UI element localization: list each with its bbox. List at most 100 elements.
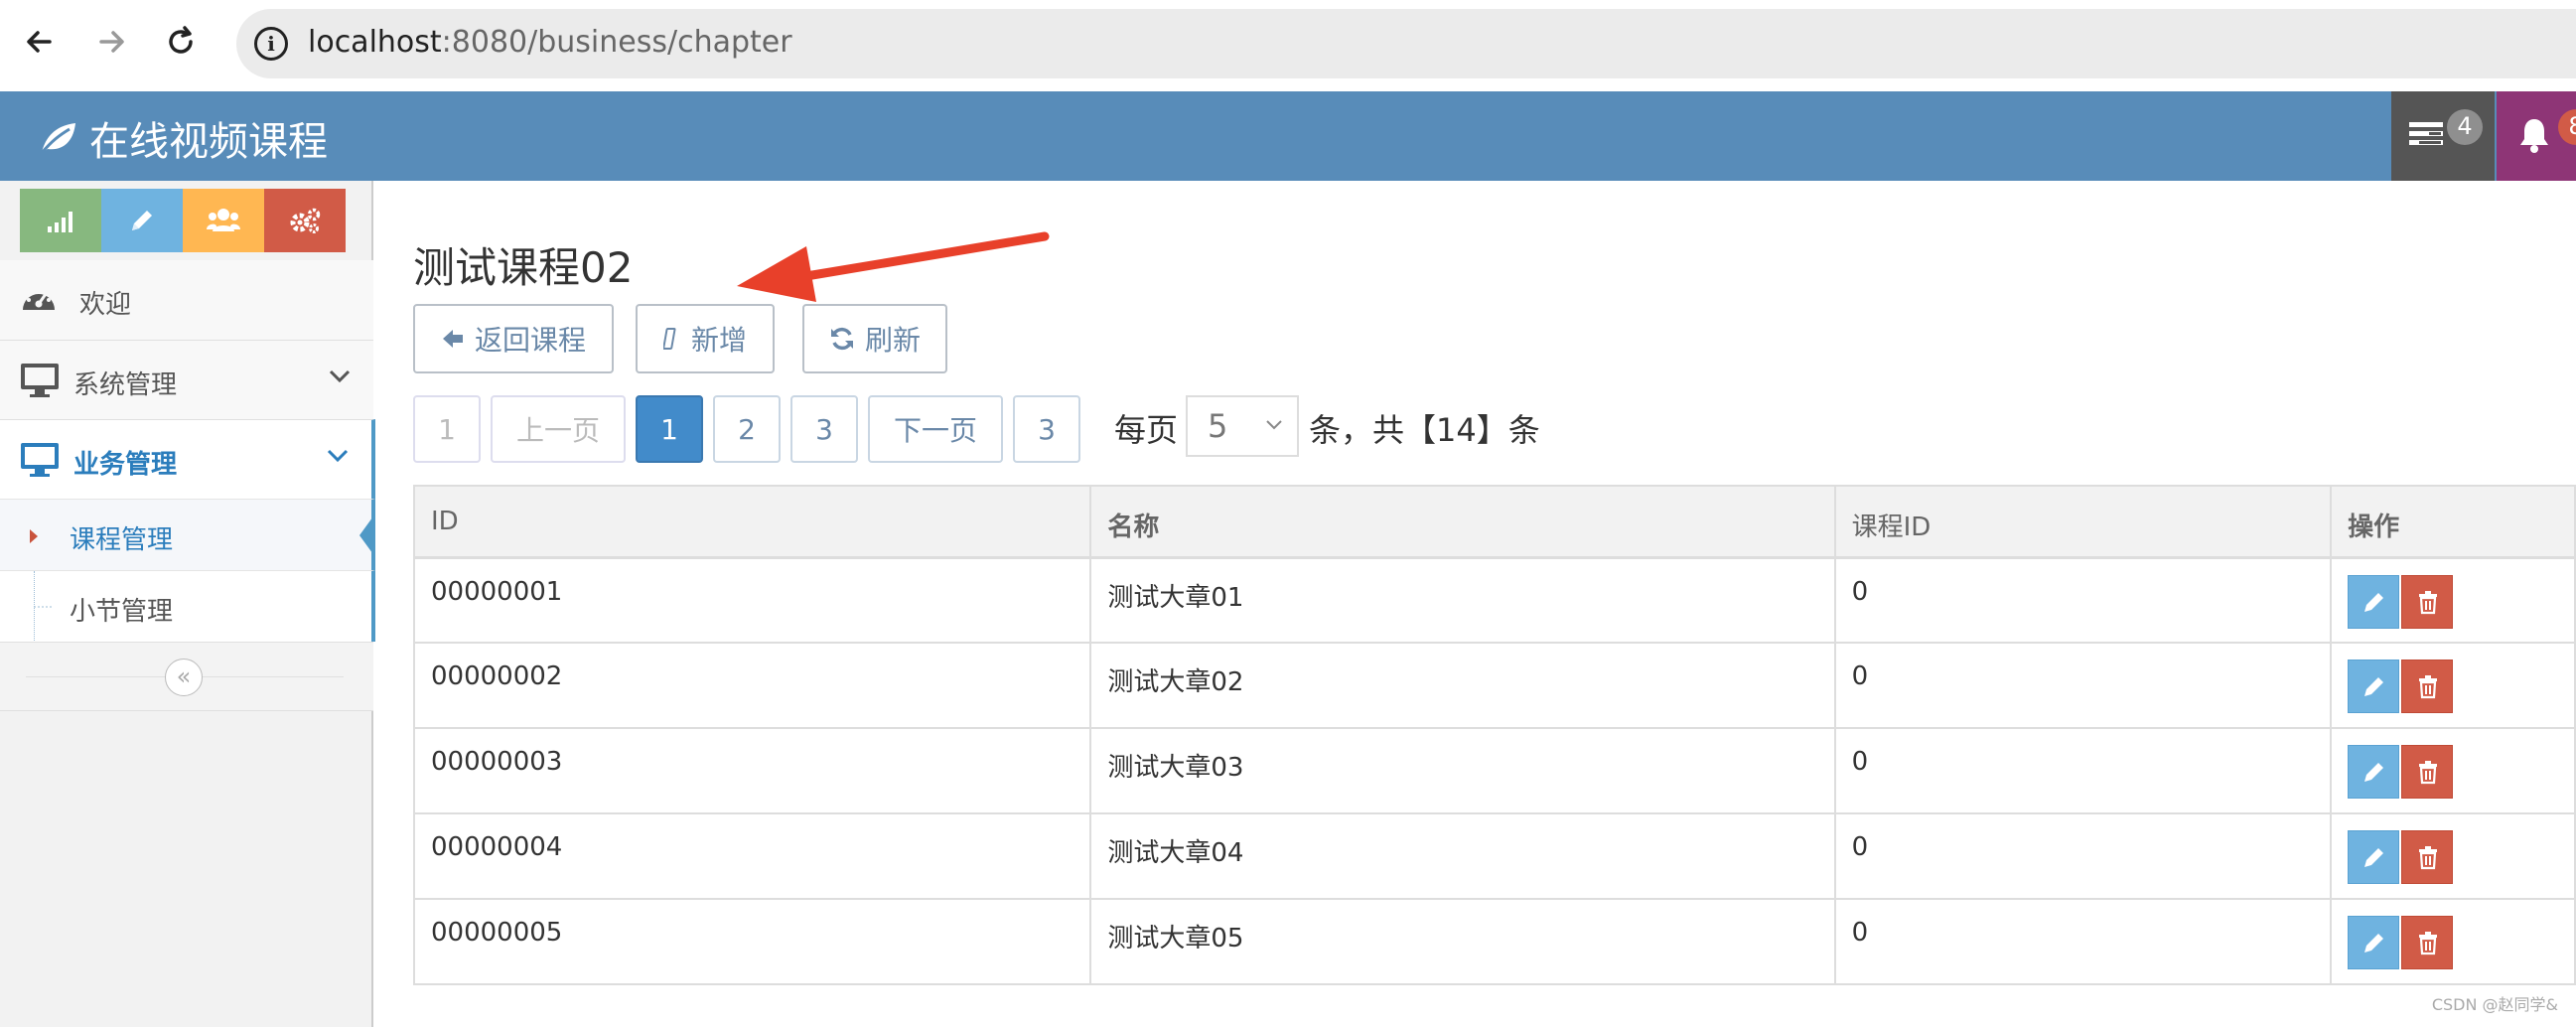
cell-actions: [2330, 898, 2576, 985]
users-shortcut-button[interactable]: [183, 189, 264, 252]
users-icon: [207, 209, 240, 231]
leaf-icon: [40, 123, 75, 154]
edit-button[interactable]: [2348, 660, 2400, 713]
sidebar-item-label: 业务管理: [73, 450, 178, 480]
desktop-icon: [21, 364, 59, 397]
notifications-button[interactable]: 8: [2497, 91, 2576, 181]
sidebar: 欢迎 系统管理 业务管理 课程管理 小节管理 «: [0, 181, 375, 1027]
chapter-table: ID 名称 课程ID 操作 00000001 测试大章01 0 00000002…: [412, 485, 2576, 985]
cell-id: 00000002: [412, 642, 1092, 729]
refresh-button-label: 刷新: [864, 324, 921, 357]
pagination-next[interactable]: 下一页: [868, 395, 1003, 463]
cell-actions: [2330, 642, 2576, 729]
tasks-icon: [2409, 122, 2443, 145]
sidebar-item-system[interactable]: 系统管理: [0, 340, 373, 419]
url-text[interactable]: localhost:8080/business/chapter: [308, 25, 792, 60]
cell-actions: [2330, 727, 2576, 814]
delete-button[interactable]: [2401, 830, 2454, 884]
cell-id: 00000005: [412, 898, 1092, 985]
double-left-chevron-icon[interactable]: «: [165, 659, 203, 696]
desktop-icon: [21, 443, 59, 477]
per-page-value: 5: [1208, 407, 1228, 445]
browser-toolbar: i localhost:8080/business/chapter: [0, 0, 2576, 89]
cogs-icon: [290, 208, 321, 233]
signal-icon: [48, 212, 72, 232]
cell-course-id: 0: [1833, 898, 2333, 985]
back-to-course-button[interactable]: 返回课程: [413, 304, 614, 373]
sidebar-subitem-label: 课程管理: [70, 525, 174, 555]
pencil-icon: [2364, 763, 2384, 782]
table-row: 00000004 测试大章04 0: [412, 812, 2576, 900]
trash-icon: [2419, 675, 2438, 699]
cogs-shortcut-button[interactable]: [264, 189, 346, 252]
cell-course-id: 0: [1833, 642, 2333, 729]
cell-id: 00000001: [412, 556, 1092, 644]
sidebar-item-label: 欢迎: [79, 290, 132, 320]
total-count-label: 条，共【14】条: [1309, 411, 1540, 449]
notifications-badge: 8: [2558, 109, 2576, 145]
annotation-arrow: [737, 231, 1050, 302]
sidebar-subitem-section[interactable]: 小节管理: [0, 570, 375, 643]
table-row: 00000005 测试大章05 0: [412, 898, 2576, 985]
delete-button[interactable]: [2401, 916, 2454, 969]
edit-button[interactable]: [2348, 916, 2400, 969]
sidebar-collapse-bar: «: [0, 642, 373, 711]
pagination-page-3[interactable]: 3: [790, 395, 858, 463]
brand[interactable]: 在线视频课程: [38, 109, 328, 167]
pagination-page-1[interactable]: 1: [636, 395, 703, 463]
edit-button[interactable]: [2348, 830, 2400, 884]
pencil-icon: [2364, 592, 2384, 612]
sidebar-subitem-course[interactable]: 课程管理: [0, 499, 375, 570]
pagination-last[interactable]: 3: [1013, 395, 1080, 463]
per-page-select[interactable]: 5: [1186, 395, 1299, 457]
pagination-first[interactable]: 1: [413, 395, 481, 463]
pencil-icon: [2364, 848, 2384, 867]
trash-icon: [2419, 590, 2438, 614]
column-header-actions: 操作: [2330, 485, 2576, 559]
sidebar-item-label: 系统管理: [73, 370, 178, 400]
reload-icon[interactable]: [161, 22, 201, 62]
caret-right-icon: [30, 529, 38, 543]
back-arrow-icon[interactable]: [20, 22, 60, 62]
pagination-prev[interactable]: 上一页: [491, 395, 626, 463]
pagination-page-2[interactable]: 2: [713, 395, 781, 463]
delete-button[interactable]: [2401, 745, 2454, 799]
dashboard-icon: [23, 288, 55, 310]
trash-icon: [2419, 846, 2438, 870]
sidebar-shortcuts: [20, 189, 346, 252]
trash-icon: [2419, 761, 2438, 785]
pencil-icon: [2364, 934, 2384, 953]
sidebar-item-welcome[interactable]: 欢迎: [0, 260, 373, 340]
add-button[interactable]: 新增: [636, 304, 775, 373]
signal-shortcut-button[interactable]: [20, 189, 101, 252]
bell-icon: [2520, 119, 2548, 153]
address-bar[interactable]: i localhost:8080/business/chapter: [236, 9, 2576, 78]
edit-button[interactable]: [2348, 574, 2400, 629]
pencil-shortcut-button[interactable]: [101, 189, 183, 252]
tree-branch: [34, 606, 54, 608]
cell-actions: [2330, 556, 2576, 644]
table-row: 00000003 测试大章03 0: [412, 727, 2576, 814]
table-header-row: ID 名称 课程ID 操作: [412, 485, 2576, 559]
cell-name: 测试大章04: [1089, 812, 1836, 900]
table-row: 00000001 测试大章01 0: [412, 556, 2576, 644]
cell-id: 00000004: [412, 812, 1092, 900]
cell-name: 测试大章02: [1089, 642, 1836, 729]
sidebar-item-business[interactable]: 业务管理: [0, 419, 375, 499]
refresh-button[interactable]: 刷新: [802, 304, 947, 373]
table-row: 00000002 测试大章02 0: [412, 642, 2576, 729]
column-header-name[interactable]: 名称: [1089, 485, 1836, 559]
site-info-icon[interactable]: i: [254, 27, 288, 61]
chevron-down-icon: [327, 449, 349, 463]
chevron-down-icon: [329, 369, 351, 383]
forward-arrow-icon[interactable]: [91, 22, 131, 62]
edit-icon: [662, 328, 676, 350]
delete-button[interactable]: [2401, 574, 2454, 629]
pencil-icon: [2364, 677, 2384, 696]
delete-button[interactable]: [2401, 660, 2454, 713]
edit-button[interactable]: [2348, 745, 2400, 799]
tasks-button[interactable]: 4: [2391, 91, 2495, 181]
app-header: 在线视频课程 4 8: [0, 91, 2576, 181]
column-header-course-id[interactable]: 课程ID: [1833, 485, 2333, 559]
column-header-id[interactable]: ID: [412, 485, 1092, 559]
